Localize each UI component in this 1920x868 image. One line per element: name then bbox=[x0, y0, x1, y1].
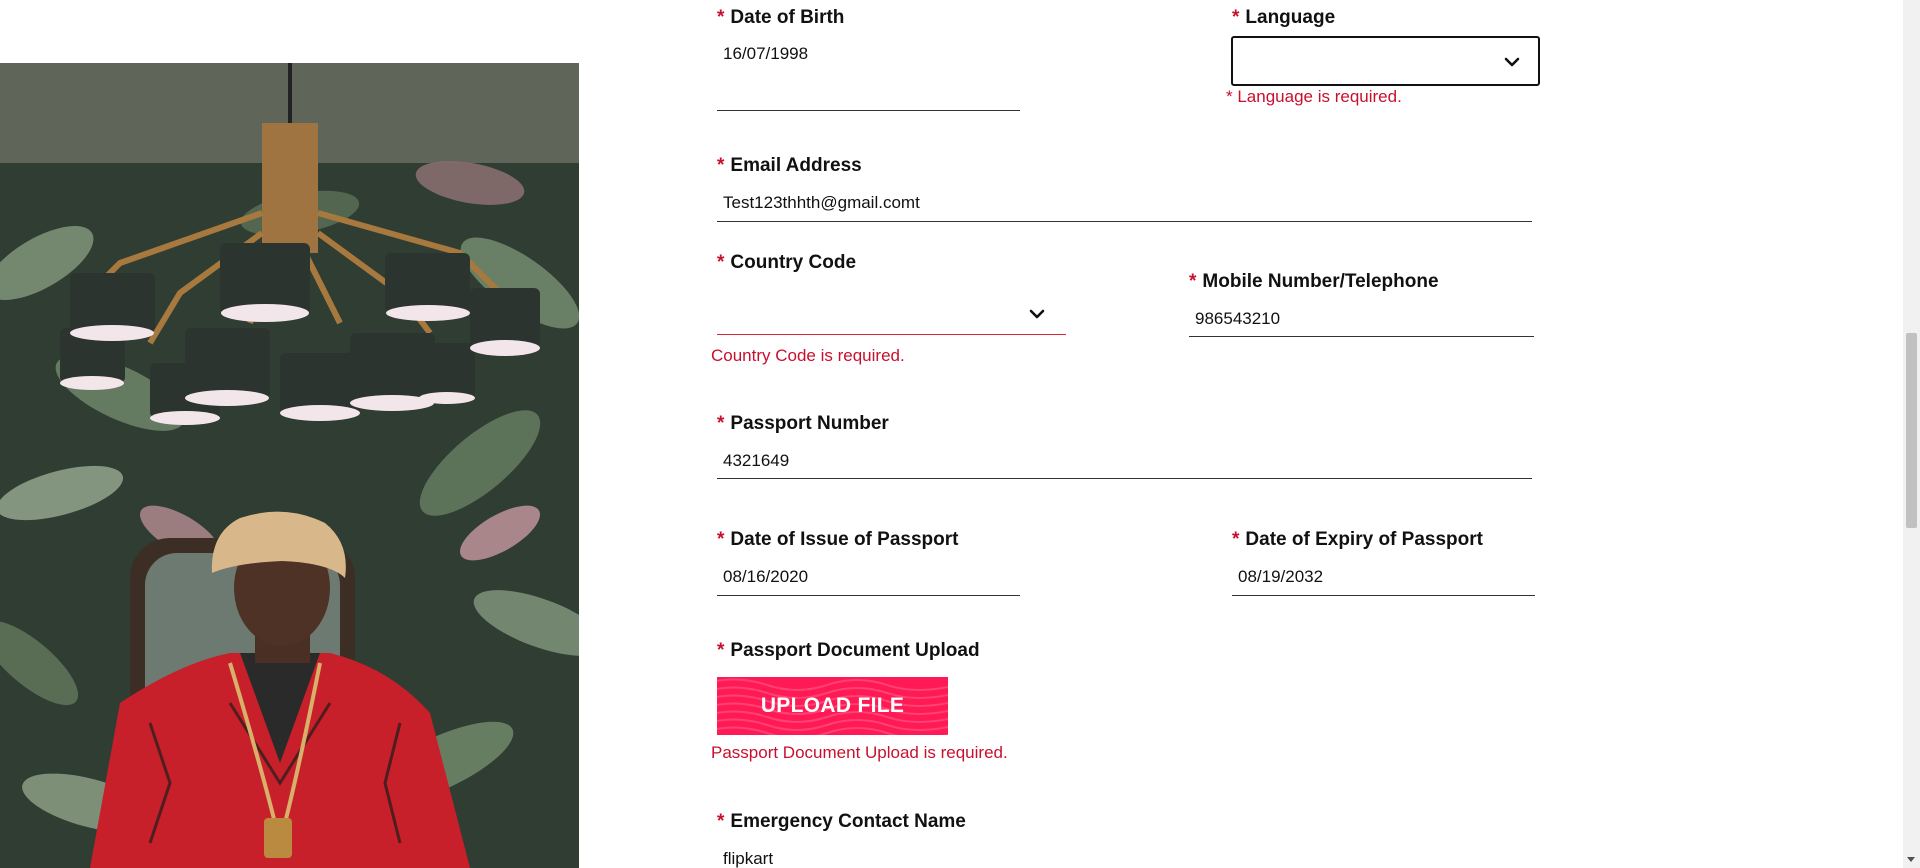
expiry-date-underline bbox=[1232, 595, 1535, 596]
required-marker: * bbox=[717, 640, 725, 661]
passport-number-input[interactable]: 4321649 bbox=[723, 451, 789, 471]
required-marker: * bbox=[717, 811, 725, 832]
required-marker: * bbox=[717, 529, 725, 550]
country-code-label-text: Country Code bbox=[730, 252, 857, 273]
issue-date-label: * Date of Issue of Passport bbox=[717, 529, 958, 551]
passport-upload-error: Passport Document Upload is required. bbox=[711, 743, 1008, 762]
mobile-input[interactable]: 986543210 bbox=[1195, 309, 1280, 329]
required-marker: * bbox=[717, 413, 725, 434]
dob-label: * Date of Birth bbox=[717, 7, 844, 29]
language-label-text: Language bbox=[1245, 7, 1336, 28]
mobile-label-text: Mobile Number/Telephone bbox=[1202, 271, 1439, 292]
chevron-down-icon bbox=[1029, 309, 1045, 319]
language-label: * Language bbox=[1232, 7, 1335, 29]
passport-number-label: * Passport Number bbox=[717, 413, 889, 435]
mobile-label: * Mobile Number/Telephone bbox=[1189, 271, 1439, 293]
country-code-select[interactable] bbox=[717, 292, 1066, 334]
dob-label-text: Date of Birth bbox=[730, 7, 845, 28]
country-code-label: * Country Code bbox=[717, 252, 856, 274]
required-marker: * bbox=[1232, 529, 1240, 550]
expiry-date-label-text: Date of Expiry of Passport bbox=[1245, 529, 1483, 550]
email-input[interactable]: Test123thhth@gmail.comt bbox=[723, 193, 920, 213]
passport-number-label-text: Passport Number bbox=[730, 413, 889, 434]
country-code-error: Country Code is required. bbox=[711, 346, 905, 365]
emergency-name-input[interactable]: flipkart bbox=[723, 849, 773, 868]
dob-input[interactable]: 16/07/1998 bbox=[723, 44, 808, 64]
required-marker: * bbox=[717, 7, 725, 28]
upload-file-button-label: UPLOAD FILE bbox=[760, 694, 905, 717]
emergency-name-label-text: Emergency Contact Name bbox=[730, 811, 966, 832]
required-marker: * bbox=[717, 252, 725, 273]
issue-date-input[interactable]: 08/16/2020 bbox=[723, 567, 808, 587]
upload-file-button[interactable]: UPLOAD FILE bbox=[717, 677, 948, 735]
arrow-down-icon[interactable] bbox=[1907, 857, 1915, 862]
passport-upload-label-text: Passport Document Upload bbox=[730, 640, 980, 661]
expiry-date-input[interactable]: 08/19/2032 bbox=[1238, 567, 1323, 587]
dob-underline bbox=[717, 110, 1020, 111]
email-underline bbox=[717, 221, 1532, 222]
required-marker: * bbox=[717, 155, 725, 176]
email-label-text: Email Address bbox=[730, 155, 862, 176]
country-code-underline bbox=[717, 334, 1066, 335]
issue-date-label-text: Date of Issue of Passport bbox=[730, 529, 959, 550]
passport-upload-label: * Passport Document Upload bbox=[717, 640, 980, 662]
required-marker: * bbox=[1189, 271, 1197, 292]
issue-date-underline bbox=[717, 595, 1020, 596]
language-select[interactable] bbox=[1231, 36, 1540, 86]
required-marker: * bbox=[1232, 7, 1240, 28]
expiry-date-label: * Date of Expiry of Passport bbox=[1232, 529, 1483, 551]
hero-photo bbox=[0, 63, 579, 868]
chevron-down-icon bbox=[1504, 57, 1520, 67]
email-label: * Email Address bbox=[717, 155, 862, 177]
language-error: * Language is required. bbox=[1226, 87, 1402, 106]
page: * Date of Birth 16/07/1998 * Language * La… bbox=[0, 0, 1920, 868]
scrollbar-thumb[interactable] bbox=[1906, 333, 1917, 528]
page-scrollbar[interactable] bbox=[1903, 0, 1920, 868]
passport-number-underline bbox=[717, 478, 1532, 479]
emergency-name-label: * Emergency Contact Name bbox=[717, 811, 966, 833]
mobile-underline bbox=[1189, 336, 1534, 337]
